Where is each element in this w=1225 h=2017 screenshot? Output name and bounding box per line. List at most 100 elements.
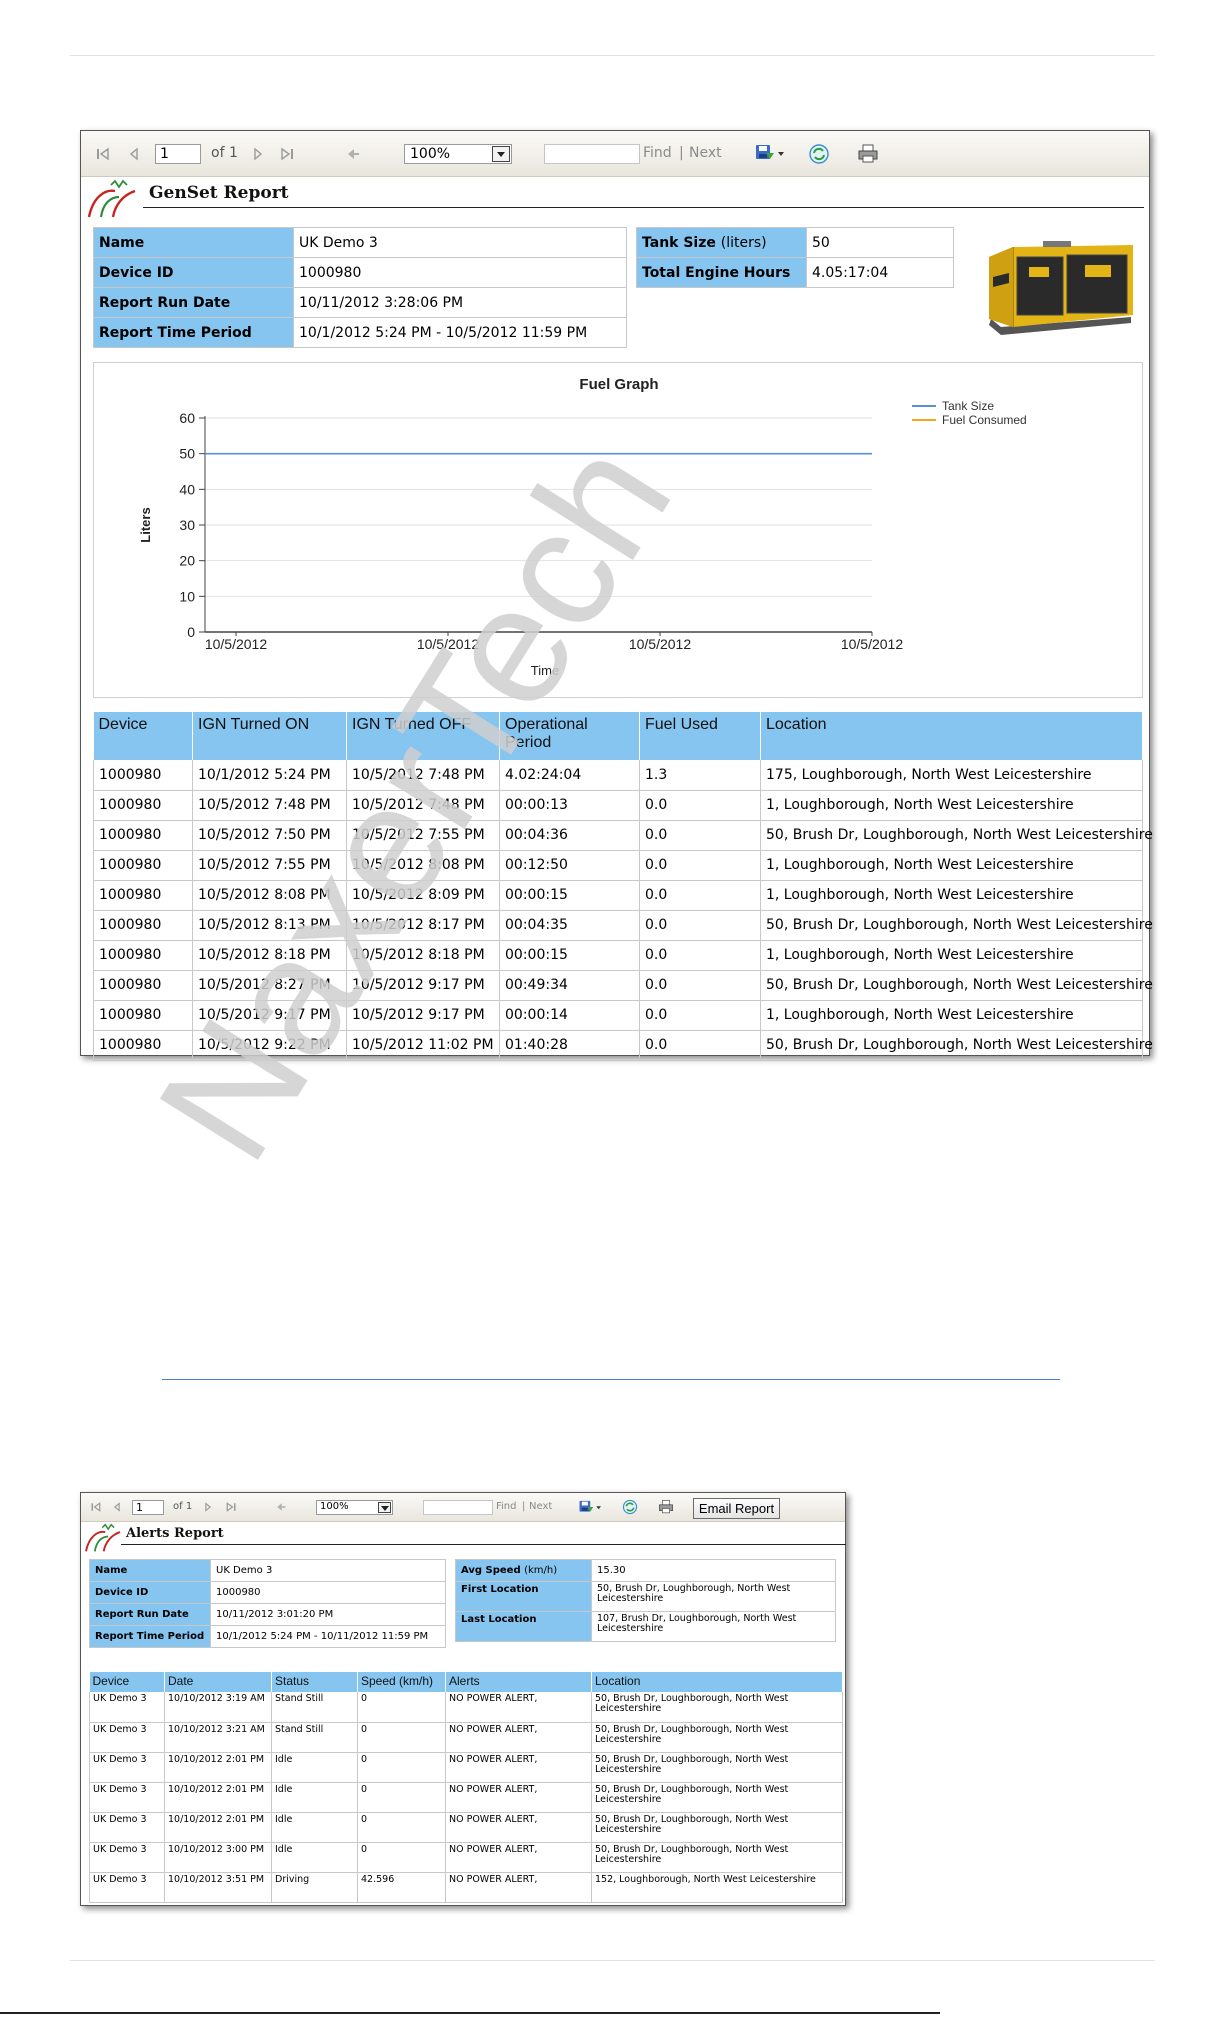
info-label: Name — [89, 1559, 211, 1582]
page-number-input[interactable]: 1 — [132, 1500, 164, 1515]
back-to-parent-icon[interactable] — [345, 146, 361, 162]
generator-image — [989, 241, 1133, 335]
previous-page-icon[interactable] — [127, 146, 141, 162]
page-number-input[interactable]: 1 — [155, 144, 201, 164]
table-header-row: Device Date Status Speed (km/h) Alerts L… — [89, 1672, 843, 1692]
chevron-down-icon[interactable] — [492, 146, 510, 162]
info-label: Device ID — [89, 1581, 211, 1604]
find-link[interactable]: Find — [643, 145, 672, 161]
table-cell: 1, Loughborough, North West Leicestershi… — [760, 880, 1143, 911]
zoom-select[interactable]: 100% — [404, 144, 512, 164]
engine-summary-table: Tank Size (liters) 50 Total Engine Hours 4… — [636, 227, 954, 288]
refresh-icon[interactable] — [808, 143, 830, 165]
find-next-link[interactable]: Next — [529, 1501, 552, 1512]
page-count-label: of 1 — [211, 145, 238, 161]
table-cell: NO POWER ALERT, — [445, 1782, 592, 1813]
info-label-text: Avg Speed — [461, 1565, 521, 1576]
table-cell: 0 — [357, 1752, 446, 1783]
table-cell: 0.0 — [639, 790, 761, 821]
info-label: Avg Speed (km/h) — [455, 1559, 592, 1582]
table-cell: 0.0 — [639, 1000, 761, 1031]
find-separator: | — [522, 1501, 526, 1512]
info-label: First Location — [455, 1581, 592, 1612]
info-value: 4.05:17:04 — [806, 257, 954, 288]
table-cell: Idle — [271, 1782, 358, 1813]
table-row: UK Demo 3 10/10/2012 2:01 PM Idle 0 NO POWER… — [89, 1812, 843, 1843]
column-header: Speed (km/h) — [357, 1672, 446, 1692]
table-cell: 1, Loughborough, North West Leicestershi… — [760, 790, 1143, 821]
table-cell: 0.0 — [639, 1030, 761, 1061]
table-cell: NO POWER ALERT, — [445, 1722, 592, 1753]
table-cell: UK Demo 3 — [89, 1722, 165, 1753]
table-cell: 0.0 — [639, 910, 761, 941]
zoom-select[interactable]: 100% — [316, 1500, 393, 1515]
table-cell: 01:40:28 — [499, 1030, 640, 1061]
refresh-icon[interactable] — [622, 1499, 638, 1515]
column-header: Location — [760, 712, 1143, 760]
previous-page-icon[interactable] — [112, 1501, 122, 1513]
page-bottom-rule — [70, 1960, 1155, 1961]
table-cell: 50, Brush Dr, Loughborough, North West L… — [591, 1692, 843, 1723]
table-cell: 50, Brush Dr, Loughborough, North West L… — [760, 910, 1153, 941]
report-toolbar: 1 of 1 100% Find | Next — [81, 131, 1149, 177]
first-page-icon[interactable] — [90, 1501, 102, 1513]
table-row: UK Demo 3 10/10/2012 3:19 AM Stand Still 0 N… — [89, 1692, 843, 1723]
table-cell: 0.0 — [639, 970, 761, 1001]
first-page-icon[interactable] — [95, 146, 111, 162]
report-info-table: Name UK Demo 3 Device ID 1000980 Report Ru… — [89, 1559, 446, 1648]
info-label: Name — [93, 227, 294, 258]
chevron-down-icon[interactable] — [378, 1502, 391, 1513]
table-cell: NO POWER ALERT, — [445, 1752, 592, 1783]
company-logo-icon — [87, 179, 136, 218]
table-cell: 00:04:36 — [499, 820, 640, 851]
table-cell: 1000980 — [93, 880, 193, 911]
export-icon[interactable] — [578, 1499, 604, 1515]
y-axis-label: Liters — [138, 507, 153, 542]
info-label: Tank Size (liters) — [636, 227, 807, 258]
print-icon[interactable] — [857, 143, 879, 165]
table-cell: 10/10/2012 3:21 AM — [164, 1722, 272, 1753]
last-page-icon[interactable] — [279, 146, 295, 162]
find-input[interactable] — [544, 144, 640, 164]
table-cell: Idle — [271, 1842, 358, 1873]
chart-legend: Tank SizeFuel Consumed — [912, 399, 1027, 427]
page-number-value: 1 — [160, 146, 169, 162]
find-separator: | — [679, 145, 684, 161]
table-cell: 50, Brush Dr, Loughborough, North West L… — [591, 1752, 843, 1783]
y-tick-label: 60 — [179, 410, 195, 426]
zoom-value: 100% — [410, 146, 451, 162]
info-value: UK Demo 3 — [293, 227, 627, 258]
back-to-parent-icon[interactable] — [275, 1501, 287, 1513]
info-row: Device ID 1000980 — [93, 257, 627, 288]
last-page-icon[interactable] — [225, 1501, 237, 1513]
page-top-rule — [70, 55, 1155, 56]
info-label: Report Run Date — [89, 1603, 211, 1626]
info-value: 10/1/2012 5:24 PM - 10/5/2012 11:59 PM — [293, 317, 627, 348]
info-value: 10/11/2012 3:28:06 PM — [293, 287, 627, 318]
table-cell: Stand Still — [271, 1692, 358, 1723]
find-next-link[interactable]: Next — [689, 145, 722, 161]
info-row: Name UK Demo 3 — [89, 1559, 446, 1582]
table-cell: 1, Loughborough, North West Leicestershi… — [760, 1000, 1143, 1031]
print-icon[interactable] — [658, 1499, 674, 1515]
export-icon[interactable] — [754, 143, 788, 163]
table-row: UK Demo 3 10/10/2012 2:01 PM Idle 0 NO POWER… — [89, 1752, 843, 1783]
table-cell: 0 — [357, 1782, 446, 1813]
info-row: First Location 50, Brush Dr, Loughborough… — [455, 1581, 836, 1612]
table-cell: 1000980 — [93, 910, 193, 941]
column-header: Alerts — [445, 1672, 592, 1692]
section-divider — [162, 1379, 1060, 1380]
next-page-icon[interactable] — [251, 146, 265, 162]
table-cell: 0 — [357, 1692, 446, 1723]
table-cell: 1000980 — [93, 850, 193, 881]
page-footer-rule — [0, 2012, 940, 2014]
next-page-icon[interactable] — [203, 1501, 213, 1513]
find-input[interactable] — [423, 1500, 493, 1515]
table-cell: 152, Loughborough, North West Leicesters… — [591, 1872, 843, 1903]
table-cell: 1000980 — [93, 820, 193, 851]
table-cell: 175, Loughborough, North West Leicesters… — [760, 760, 1143, 791]
info-label-unit: (km/h) — [524, 1565, 558, 1576]
info-value: 50 — [806, 227, 954, 258]
email-report-button[interactable]: Email Report — [693, 1498, 780, 1519]
find-link[interactable]: Find — [496, 1501, 517, 1512]
